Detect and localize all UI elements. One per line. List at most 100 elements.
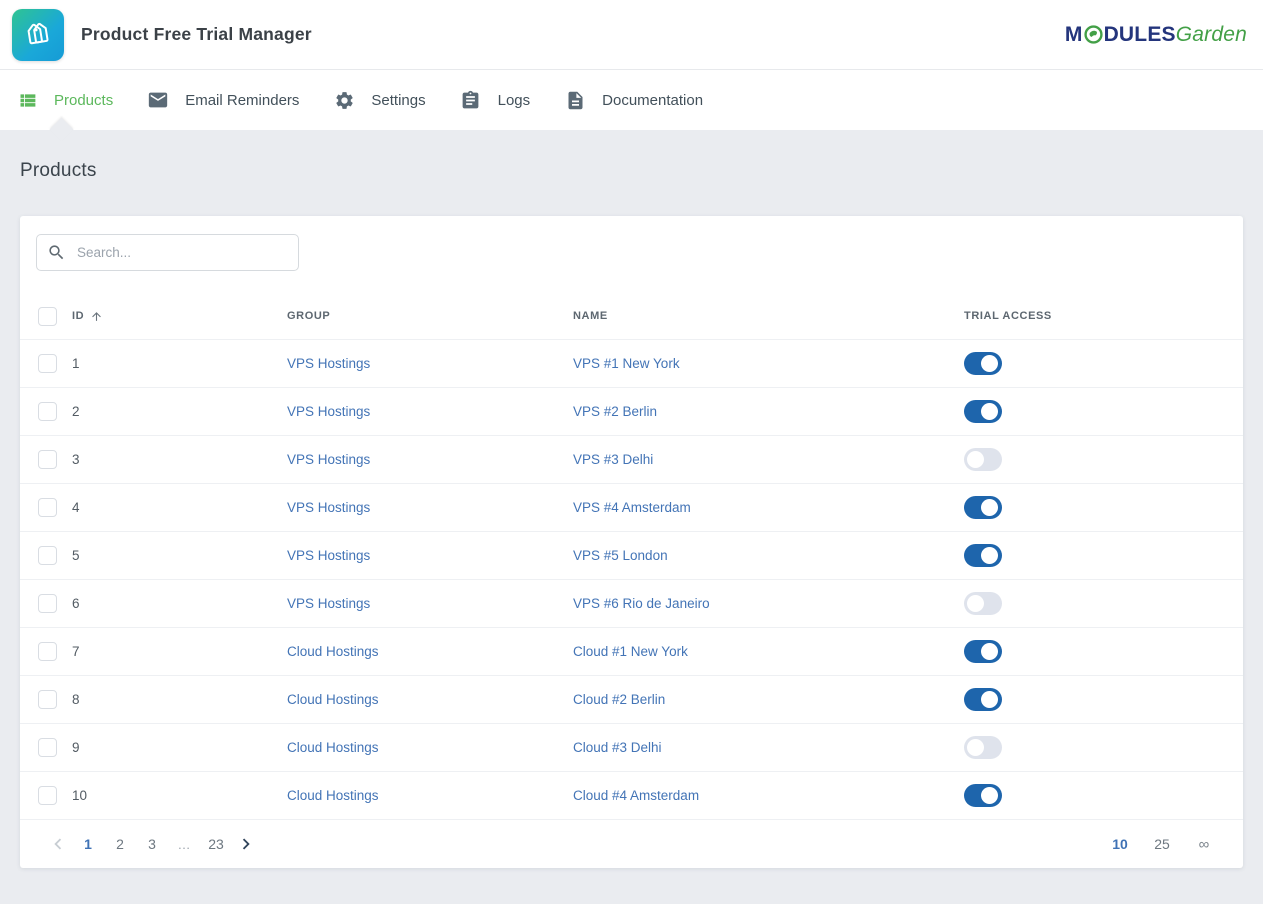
page-size-25[interactable]: 25 <box>1149 836 1175 852</box>
row-checkbox[interactable] <box>38 642 57 661</box>
product-group-link[interactable]: Cloud Hostings <box>287 692 379 707</box>
gear-icon <box>333 89 355 111</box>
product-group-link[interactable]: VPS Hostings <box>287 356 370 371</box>
product-id: 7 <box>72 644 287 659</box>
product-id: 10 <box>72 788 287 803</box>
row-checkbox[interactable] <box>38 786 57 805</box>
trial-access-toggle[interactable] <box>964 688 1002 711</box>
pagination-page-23[interactable]: 23 <box>202 836 230 852</box>
table-row: 3VPS Hostings VPS #3 Delhi <box>20 435 1243 483</box>
clipboard-icon <box>460 89 482 111</box>
toggle-knob <box>981 787 998 804</box>
toggle-knob <box>981 403 998 420</box>
app-title: Product Free Trial Manager <box>81 24 312 45</box>
product-name-link[interactable]: VPS #2 Berlin <box>573 404 657 419</box>
product-name-link[interactable]: Cloud #2 Berlin <box>573 692 665 707</box>
product-name-link[interactable]: Cloud #1 New York <box>573 644 688 659</box>
row-checkbox[interactable] <box>38 738 57 757</box>
select-all-checkbox[interactable] <box>38 307 57 326</box>
row-checkbox[interactable] <box>38 402 57 421</box>
search-box <box>36 234 299 271</box>
modulesgarden-logo: M DULES Garden <box>1065 22 1247 47</box>
page-size-10[interactable]: 10 <box>1107 836 1133 852</box>
row-checkbox[interactable] <box>38 354 57 373</box>
pagination-pages: 123…23 <box>46 832 258 856</box>
toggle-knob <box>981 355 998 372</box>
trial-access-toggle[interactable] <box>964 448 1002 471</box>
trial-access-toggle[interactable] <box>964 736 1002 759</box>
trial-access-toggle[interactable] <box>964 496 1002 519</box>
tab-settings[interactable]: Settings <box>333 89 425 111</box>
product-name-link[interactable]: VPS #3 Delhi <box>573 452 653 467</box>
pagination-ellipsis: … <box>170 837 198 852</box>
pagination-prev <box>46 832 70 856</box>
product-id: 6 <box>72 596 287 611</box>
product-group-link[interactable]: VPS Hostings <box>287 452 370 467</box>
nav-tabs: Products Email Reminders Settings Logs Docum… <box>0 70 1263 130</box>
free-trial-tags-icon <box>12 9 64 61</box>
product-group-link[interactable]: Cloud Hostings <box>287 644 379 659</box>
table-row: 4VPS Hostings VPS #4 Amsterdam <box>20 483 1243 531</box>
column-header-name[interactable]: NAME <box>573 310 964 322</box>
tab-label: Products <box>54 92 113 109</box>
document-icon <box>564 89 586 111</box>
search-input[interactable] <box>36 234 299 271</box>
tab-documentation[interactable]: Documentation <box>564 89 703 111</box>
product-id: 2 <box>72 404 287 419</box>
row-checkbox[interactable] <box>38 594 57 613</box>
tab-products[interactable]: Products <box>16 89 113 111</box>
product-name-link[interactable]: Cloud #3 Delhi <box>573 740 662 755</box>
page-size-options: 10 25 ∞ <box>1107 836 1217 853</box>
tab-logs[interactable]: Logs <box>460 89 531 111</box>
product-name-link[interactable]: VPS #5 London <box>573 548 668 563</box>
product-name-link[interactable]: Cloud #4 Amsterdam <box>573 788 699 803</box>
tab-label: Documentation <box>602 92 703 109</box>
product-id: 8 <box>72 692 287 707</box>
table-header: ID GROUP NAME TRIAL ACCESS <box>20 293 1243 339</box>
trial-access-toggle[interactable] <box>964 784 1002 807</box>
row-checkbox[interactable] <box>38 546 57 565</box>
product-group-link[interactable]: Cloud Hostings <box>287 788 379 803</box>
trial-access-toggle[interactable] <box>964 592 1002 615</box>
product-group-link[interactable]: VPS Hostings <box>287 404 370 419</box>
app-root: Product Free Trial Manager M DULES Garde… <box>0 0 1263 868</box>
table-row: 1VPS HostingsVPS #1 New York <box>20 339 1243 387</box>
product-name-link[interactable]: VPS #1 New York <box>573 356 680 371</box>
table-row: 2VPS Hostings VPS #2 Berlin <box>20 387 1243 435</box>
app-header: Product Free Trial Manager M DULES Garde… <box>0 0 1263 70</box>
page-size-all[interactable]: ∞ <box>1191 836 1217 853</box>
product-group-link[interactable]: Cloud Hostings <box>287 740 379 755</box>
trial-access-toggle[interactable] <box>964 640 1002 663</box>
product-id: 4 <box>72 500 287 515</box>
pagination-page-1[interactable]: 1 <box>74 836 102 852</box>
toggle-knob <box>981 547 998 564</box>
product-group-link[interactable]: VPS Hostings <box>287 548 370 563</box>
product-group-link[interactable]: VPS Hostings <box>287 596 370 611</box>
row-checkbox[interactable] <box>38 690 57 709</box>
product-id: 3 <box>72 452 287 467</box>
product-name-link[interactable]: VPS #6 Rio de Janeiro <box>573 596 710 611</box>
row-checkbox[interactable] <box>38 450 57 469</box>
column-header-group[interactable]: GROUP <box>287 310 573 322</box>
row-checkbox[interactable] <box>38 498 57 517</box>
trial-access-toggle[interactable] <box>964 400 1002 423</box>
product-group-link[interactable]: VPS Hostings <box>287 500 370 515</box>
pagination-page-3[interactable]: 3 <box>138 836 166 852</box>
products-card: ID GROUP NAME TRIAL ACCESS 1 VPS Hostings… <box>20 216 1243 868</box>
table-row: 5VPS HostingsVPS #5 London <box>20 531 1243 579</box>
tab-email-reminders[interactable]: Email Reminders <box>147 89 299 111</box>
trial-access-toggle[interactable] <box>964 352 1002 375</box>
tab-label: Settings <box>371 92 425 109</box>
pagination-page-2[interactable]: 2 <box>106 836 134 852</box>
column-header-id[interactable]: ID <box>72 310 287 323</box>
search-icon <box>47 243 66 262</box>
pagination: 123…23 1025∞ <box>20 819 1243 868</box>
product-name-link[interactable]: VPS #4 Amsterdam <box>573 500 691 515</box>
trial-access-toggle[interactable] <box>964 544 1002 567</box>
column-header-trial-access[interactable]: TRIAL ACCESS <box>964 310 1227 322</box>
pagination-next[interactable] <box>234 832 258 856</box>
brand-text-garden: Garden <box>1176 23 1247 47</box>
active-tab-pointer <box>49 117 73 141</box>
product-id: 9 <box>72 740 287 755</box>
brand-text-m: M <box>1065 23 1083 47</box>
